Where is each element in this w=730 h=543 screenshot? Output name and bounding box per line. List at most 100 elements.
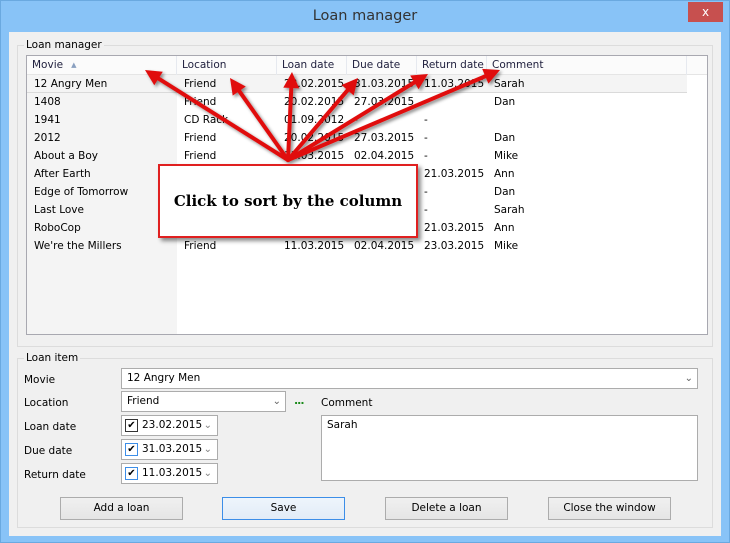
- cell-movie: 1408: [34, 96, 61, 108]
- cell-movie: After Earth: [34, 168, 91, 180]
- cell-due-date: 02.04.2015: [354, 150, 415, 162]
- cell-movie: Last Love: [34, 204, 84, 216]
- cell-location: Friend: [184, 240, 217, 252]
- cell-movie: 12 Angry Men: [34, 78, 108, 90]
- cell-due-date: 02.04.2015: [354, 240, 415, 252]
- cell-comment: [487, 111, 687, 129]
- cell-location: Friend: [184, 132, 217, 144]
- column-header-loan-date[interactable]: Loan date: [277, 56, 347, 75]
- location-combobox[interactable]: Friend ⌄: [121, 391, 286, 412]
- cell-location: Friend: [184, 96, 217, 108]
- cell-comment: Sarah: [494, 204, 525, 216]
- cell-comment: Dan: [494, 132, 516, 144]
- cell-loan-date: 01.09.2012: [284, 114, 345, 126]
- cell-return-date: -: [424, 96, 428, 108]
- edit-locations-button[interactable]: ...: [294, 395, 305, 406]
- column-header-filler: [687, 56, 707, 75]
- cell-movie: 2012: [34, 132, 61, 144]
- cell-movie: We're the Millers: [34, 240, 122, 252]
- chevron-down-icon[interactable]: ⌄: [204, 440, 212, 459]
- loan-date-label: Loan date: [24, 421, 77, 433]
- cell-location: Friend: [184, 78, 217, 90]
- cell-return-date: -: [424, 204, 428, 216]
- chevron-down-icon[interactable]: ⌄: [685, 369, 693, 388]
- cell-loan-date: 11.03.2015: [284, 150, 345, 162]
- cell-comment: Sarah: [494, 78, 525, 90]
- cell-comment: Dan: [494, 96, 516, 108]
- cell-due-date: 27.03.2015: [354, 96, 415, 108]
- movie-combobox-value: 12 Angry Men: [127, 372, 201, 384]
- comment-label: Comment: [321, 397, 373, 409]
- cell-movie: RoboCop: [34, 222, 81, 234]
- sort-ascending-icon: ▲: [71, 61, 77, 69]
- chevron-down-icon[interactable]: ⌄: [273, 392, 281, 411]
- cell-due-date: 27.03.2015: [354, 132, 415, 144]
- loan-date-picker[interactable]: ✔ 23.02.2015 ⌄: [121, 415, 218, 436]
- cell-comment: Ann: [494, 222, 515, 234]
- save-button[interactable]: Save: [222, 497, 345, 520]
- cell-loan-date: 23.02.2015: [284, 78, 345, 90]
- return-date-picker[interactable]: ✔ 11.03.2015 ⌄: [121, 463, 218, 484]
- due-date-label: Due date: [24, 445, 73, 457]
- column-header-label: Movie: [32, 59, 64, 71]
- table-row[interactable]: About a Boy Friend 11.03.2015 02.04.2015- Mi…: [27, 147, 687, 165]
- cell-return-date: 21.03.2015: [424, 222, 485, 234]
- cell-comment: Ann: [494, 168, 515, 180]
- table-row[interactable]: 1408 Friend 20.02.2015 27.03.2015- Dan: [27, 93, 687, 111]
- location-combobox-value: Friend: [127, 395, 160, 407]
- loan-manager-group-label: Loan manager: [24, 39, 104, 52]
- cell-location: Friend: [184, 150, 217, 162]
- cell-loan-date: 20.02.2015: [284, 132, 345, 144]
- table-row[interactable]: 12 Angry Men Friend 23.02.2015 31.03.2015 11…: [27, 75, 687, 93]
- cell-comment: Mike: [494, 240, 519, 252]
- cell-comment: Mike: [494, 150, 519, 162]
- table-row[interactable]: 1941 CD Rack 01.09.2012- -: [27, 111, 687, 129]
- comment-textarea[interactable]: Sarah: [321, 415, 698, 481]
- column-header-movie[interactable]: Movie ▲: [27, 56, 177, 75]
- due-date-picker[interactable]: ✔ 31.03.2015 ⌄: [121, 439, 218, 460]
- loan-item-group-label: Loan item: [24, 352, 81, 365]
- column-header-comment[interactable]: Comment: [487, 56, 687, 75]
- close-window-button[interactable]: x: [688, 2, 723, 22]
- return-date-label: Return date: [24, 469, 86, 481]
- due-date-value: 31.03.2015: [142, 443, 203, 455]
- movie-label: Movie: [24, 374, 56, 386]
- add-loan-button[interactable]: Add a loan: [60, 497, 183, 520]
- cell-loan-date: 11.03.2015: [284, 240, 345, 252]
- window-title: Loan manager: [312, 8, 418, 24]
- chevron-down-icon[interactable]: ⌄: [204, 464, 212, 483]
- cell-return-date: 11.03.2015: [424, 78, 485, 90]
- chevron-down-icon[interactable]: ⌄: [204, 416, 212, 435]
- cell-movie: About a Boy: [34, 150, 98, 162]
- return-date-value: 11.03.2015: [142, 467, 203, 479]
- due-date-checkbox[interactable]: ✔: [125, 443, 138, 456]
- close-window-button-bottom[interactable]: Close the window: [548, 497, 671, 520]
- table-row[interactable]: We're the Millers Friend 11.03.2015 02.04.2…: [27, 237, 687, 255]
- cell-movie: Edge of Tomorrow: [34, 186, 129, 198]
- movie-combobox[interactable]: 12 Angry Men ⌄: [121, 368, 698, 389]
- location-label: Location: [24, 397, 69, 409]
- window-client-area: Loan manager Movie ▲ Location Loan date D…: [9, 32, 721, 536]
- loan-date-value: 23.02.2015: [142, 419, 203, 431]
- list-header: Movie ▲ Location Loan date Due date Retur…: [27, 56, 707, 75]
- cell-comment: Dan: [494, 186, 516, 198]
- table-row[interactable]: 2012 Friend 20.02.2015 27.03.2015- Dan: [27, 129, 687, 147]
- column-header-due-date[interactable]: Due date: [347, 56, 417, 75]
- loan-manager-window: Loan manager x Loan manager Movie ▲ Locat…: [0, 0, 730, 543]
- cell-loan-date: 20.02.2015: [284, 96, 345, 108]
- column-header-return-date[interactable]: Return date: [417, 56, 487, 75]
- sort-hint-callout: Click to sort by the column: [158, 164, 418, 238]
- delete-loan-button[interactable]: Delete a loan: [385, 497, 508, 520]
- column-header-location[interactable]: Location: [177, 56, 277, 75]
- cell-return-date: 23.03.2015: [424, 240, 485, 252]
- cell-movie: 1941: [34, 114, 61, 126]
- cell-return-date: -: [424, 186, 428, 198]
- cell-return-date: -: [424, 132, 428, 144]
- cell-due-date: 31.03.2015: [354, 78, 415, 90]
- cell-due-date: -: [354, 114, 358, 126]
- cell-location: CD Rack: [184, 114, 229, 126]
- cell-return-date: -: [424, 114, 428, 126]
- cell-return-date: -: [424, 150, 428, 162]
- loan-date-checkbox[interactable]: ✔: [125, 419, 138, 432]
- return-date-checkbox[interactable]: ✔: [125, 467, 138, 480]
